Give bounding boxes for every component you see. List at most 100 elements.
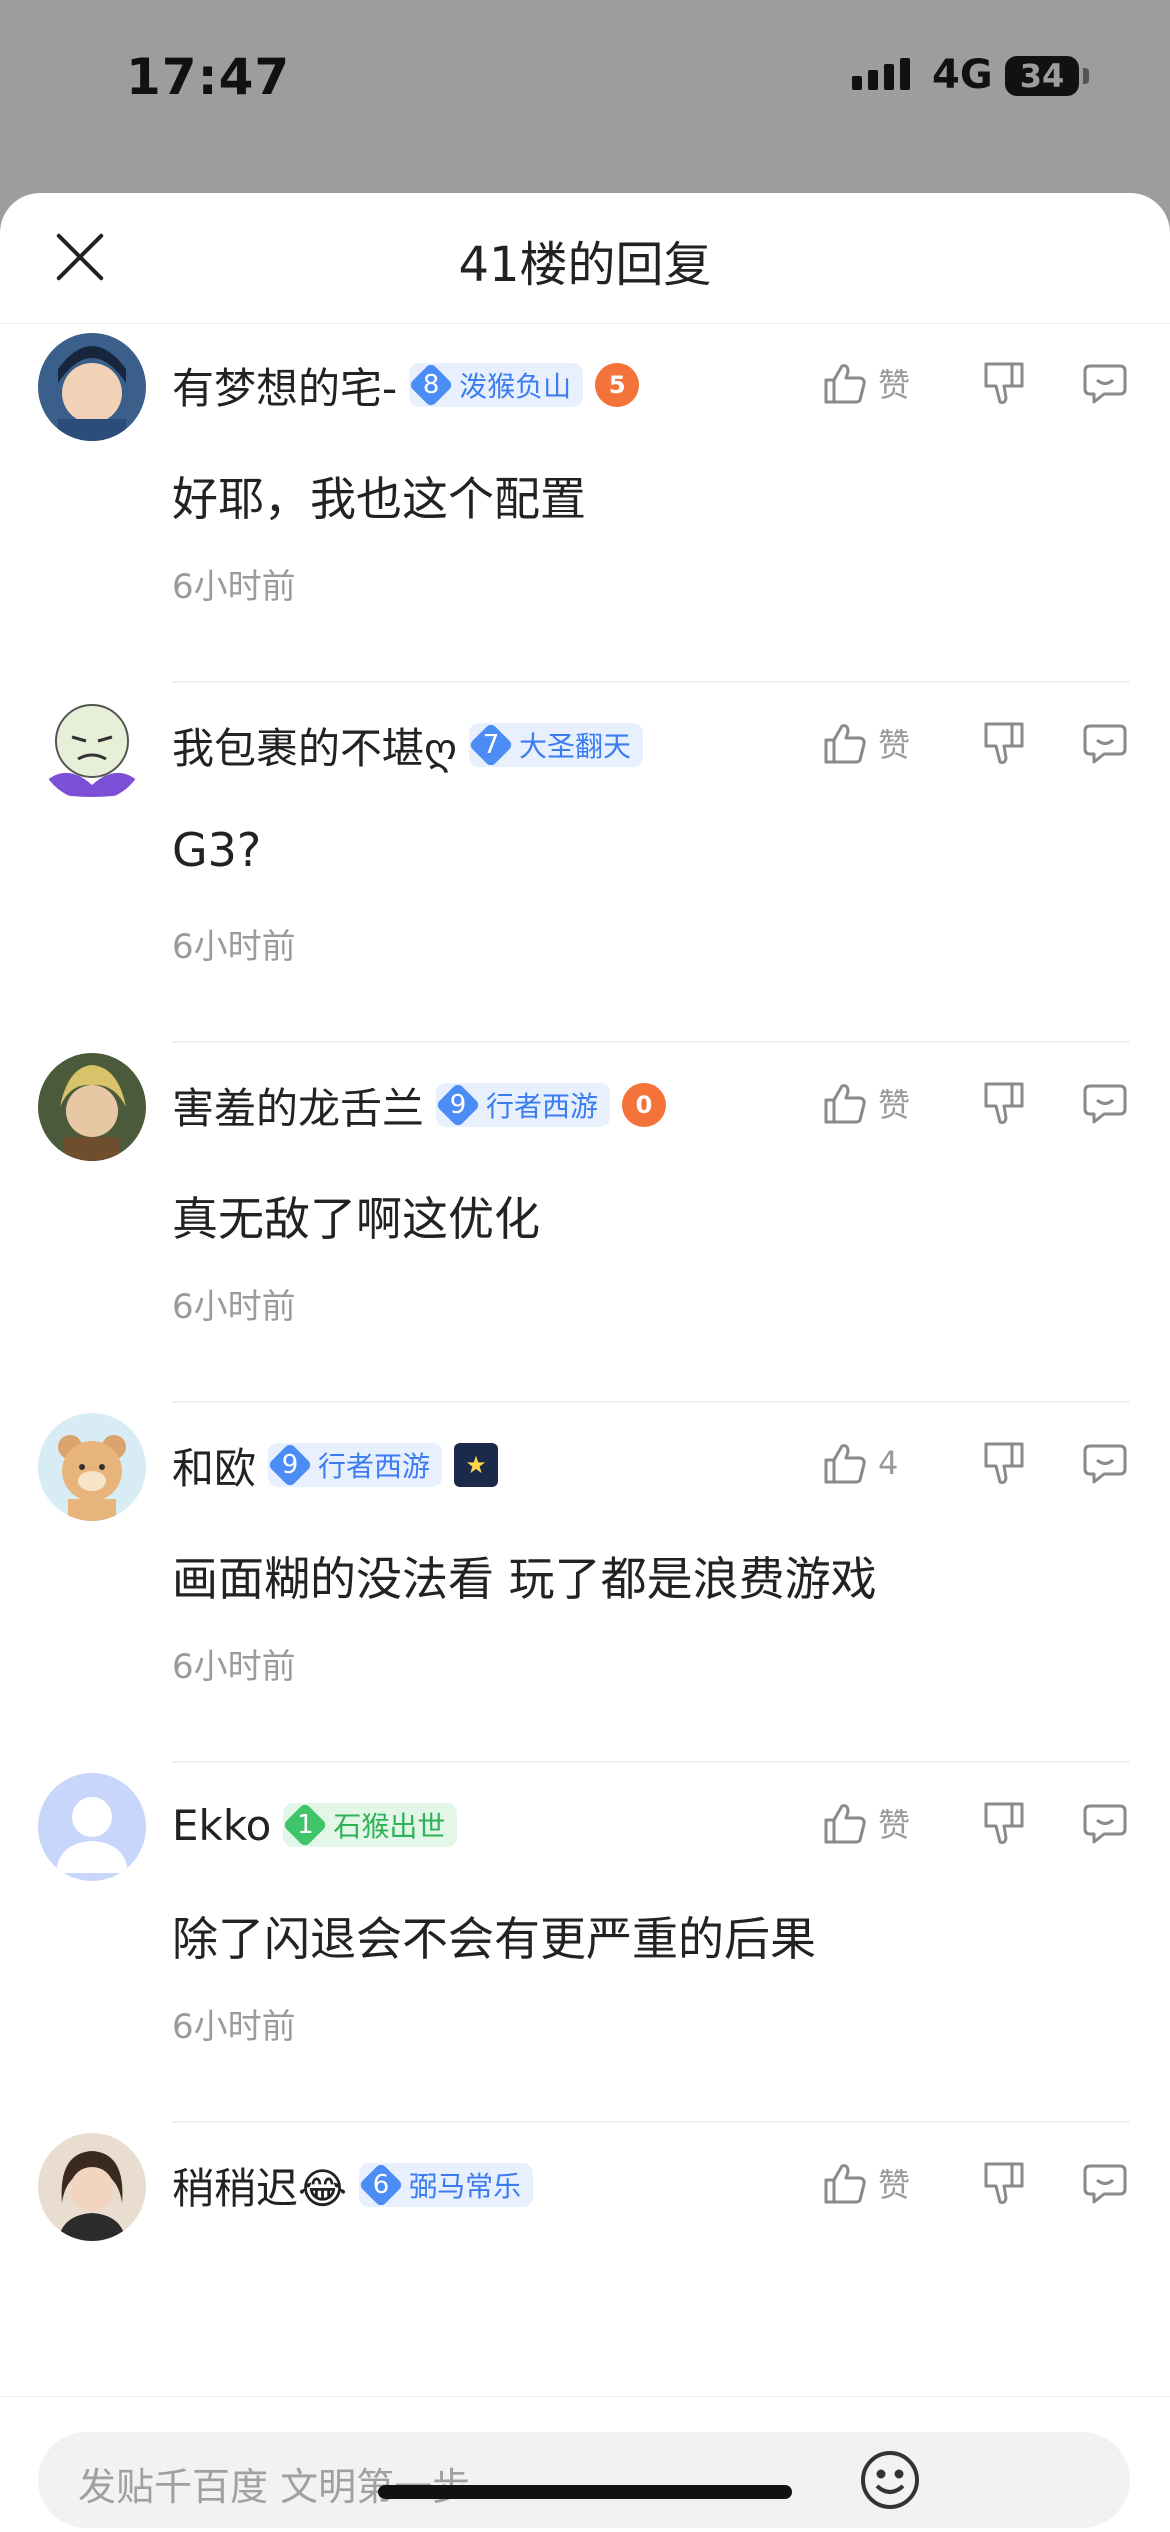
thumbs-up-icon bbox=[824, 364, 866, 404]
achievement-emblem-icon: 5 bbox=[595, 363, 640, 407]
comment-input[interactable]: 发贴千百度 文明第一步 bbox=[38, 2432, 1130, 2528]
reply-bubble-icon bbox=[1083, 1084, 1127, 1124]
comment-text: 好耶，我也这个配置 bbox=[172, 472, 586, 526]
like-button[interactable]: 赞 bbox=[822, 2160, 942, 2206]
emoji-icon[interactable] bbox=[858, 2448, 922, 2516]
username[interactable]: Ekko bbox=[172, 1801, 271, 1850]
avatar[interactable] bbox=[38, 693, 146, 801]
thumbs-up-icon bbox=[824, 2164, 866, 2204]
comment-item: 我包裹的不堪ღ 7 大圣翻天 赞 G3? 6小时前 bbox=[0, 683, 1170, 1043]
comment-item: 害羞的龙舌兰 9 行者西游 0 赞 真无敌了啊这优化 6小时前 bbox=[0, 1043, 1170, 1403]
comment-actions: 赞 bbox=[822, 2153, 1128, 2213]
level-number: 9 bbox=[436, 1083, 480, 1127]
reply-button[interactable] bbox=[1082, 1440, 1128, 1486]
reply-bubble-icon bbox=[1083, 724, 1127, 764]
dislike-button[interactable] bbox=[982, 1440, 1028, 1486]
reply-button[interactable] bbox=[1082, 360, 1128, 406]
reply-bubble-icon bbox=[1083, 1804, 1127, 1844]
dislike-button[interactable] bbox=[982, 2160, 1028, 2206]
thumbs-up-icon bbox=[824, 724, 866, 764]
reply-sheet: 41楼的回复 有梦想的宅- 8 泼猴负山 5 赞 好耶，我也这个配置 6小时前 … bbox=[0, 193, 1170, 2532]
comment-text: 除了闪退会不会有更严重的后果 bbox=[172, 1912, 816, 1966]
badge-title: 弼马常乐 bbox=[409, 2170, 522, 2203]
comment-item: 有梦想的宅- 8 泼猴负山 5 赞 好耶，我也这个配置 6小时前 bbox=[0, 323, 1170, 683]
badge-title: 大圣翻天 bbox=[519, 730, 632, 763]
username[interactable]: 稍稍迟😂 bbox=[172, 2155, 347, 2216]
comment-text: G3? bbox=[172, 823, 262, 877]
like-count: 4 bbox=[878, 1444, 899, 1482]
level-number: 1 bbox=[283, 1803, 327, 1847]
badge-title: 行者西游 bbox=[486, 1090, 599, 1123]
comment-item: Ekko 1 石猴出世 赞 除了闪退会不会有更严重的后果 6小时前 bbox=[0, 1763, 1170, 2123]
sheet-header: 41楼的回复 bbox=[0, 193, 1170, 324]
reply-button[interactable] bbox=[1082, 1080, 1128, 1126]
like-button[interactable]: 赞 bbox=[822, 1080, 942, 1126]
sheet-title: 41楼的回复 bbox=[458, 237, 712, 293]
comment-time: 6小时前 bbox=[172, 567, 296, 607]
user-row: 和欧 9 行者西游 ★ bbox=[172, 1435, 499, 1496]
avatar[interactable] bbox=[38, 1413, 146, 1521]
network-type: 4G bbox=[932, 52, 993, 98]
like-count: 赞 bbox=[878, 726, 911, 764]
user-row: Ekko 1 石猴出世 bbox=[172, 1795, 458, 1855]
comment-text: 画面糊的没法看 玩了都是浪费游戏 bbox=[172, 1552, 877, 1606]
level-badge[interactable]: 7 大圣翻天 bbox=[469, 723, 644, 767]
reply-button[interactable] bbox=[1082, 720, 1128, 766]
thumbs-up-icon bbox=[824, 1444, 866, 1484]
status-bar: 17:47 4G 34 bbox=[0, 0, 1170, 150]
status-time: 17:47 bbox=[126, 48, 291, 106]
username[interactable]: 有梦想的宅- bbox=[172, 355, 397, 416]
badge-title: 石猴出世 bbox=[333, 1810, 446, 1843]
user-row: 有梦想的宅- 8 泼猴负山 5 bbox=[172, 355, 640, 416]
thumbs-down-icon bbox=[984, 1082, 1024, 1124]
comment-time: 6小时前 bbox=[172, 1647, 296, 1687]
username[interactable]: 我包裹的不堪ღ bbox=[172, 715, 457, 776]
comment-actions: 赞 bbox=[822, 1793, 1128, 1853]
user-row: 害羞的龙舌兰 9 行者西游 0 bbox=[172, 1075, 667, 1136]
input-placeholder: 发贴千百度 文明第一步 bbox=[78, 2465, 471, 2509]
reply-button[interactable] bbox=[1082, 2160, 1128, 2206]
level-badge[interactable]: 1 石猴出世 bbox=[283, 1803, 458, 1847]
badge-title: 行者西游 bbox=[318, 1450, 431, 1483]
avatar[interactable] bbox=[38, 1053, 146, 1161]
cellular-signal-icon bbox=[852, 58, 910, 90]
level-badge[interactable]: 6 弼马常乐 bbox=[359, 2163, 534, 2207]
like-button[interactable]: 赞 bbox=[822, 720, 942, 766]
thumbs-up-icon bbox=[824, 1804, 866, 1844]
like-button[interactable]: 赞 bbox=[822, 1800, 942, 1846]
achievement-emblem-icon: 0 bbox=[622, 1083, 667, 1127]
avatar[interactable] bbox=[38, 1773, 146, 1881]
dislike-button[interactable] bbox=[982, 1080, 1028, 1126]
comment-time: 6小时前 bbox=[172, 2007, 296, 2047]
dislike-button[interactable] bbox=[982, 360, 1028, 406]
like-button[interactable]: 赞 bbox=[822, 360, 942, 406]
thumbs-down-icon bbox=[984, 362, 1024, 404]
comment-time: 6小时前 bbox=[172, 1287, 296, 1327]
level-badge[interactable]: 9 行者西游 bbox=[268, 1443, 443, 1487]
user-row: 稍稍迟😂 6 弼马常乐 bbox=[172, 2155, 534, 2216]
avatar[interactable] bbox=[38, 2133, 146, 2241]
thumbs-down-icon bbox=[984, 1802, 1024, 1844]
badge-title: 泼猴负山 bbox=[459, 370, 572, 403]
avatar[interactable] bbox=[38, 333, 146, 441]
username[interactable]: 害羞的龙舌兰 bbox=[172, 1075, 424, 1136]
dislike-button[interactable] bbox=[982, 1800, 1028, 1846]
comment-actions: 赞 bbox=[822, 353, 1128, 413]
username[interactable]: 和欧 bbox=[172, 1435, 256, 1496]
comment-time: 6小时前 bbox=[172, 927, 296, 967]
user-row: 我包裹的不堪ღ 7 大圣翻天 bbox=[172, 715, 644, 776]
like-button[interactable]: 4 bbox=[822, 1440, 942, 1486]
level-number: 8 bbox=[409, 363, 453, 407]
comment-item: 和欧 9 行者西游 ★ 4 画面糊的没法看 玩了都是浪费游戏 6小时前 bbox=[0, 1403, 1170, 1763]
reply-bubble-icon bbox=[1083, 2164, 1127, 2204]
level-badge[interactable]: 9 行者西游 bbox=[436, 1083, 611, 1127]
reply-button[interactable] bbox=[1082, 1800, 1128, 1846]
thumbs-down-icon bbox=[984, 1442, 1024, 1484]
comment-list: 有梦想的宅- 8 泼猴负山 5 赞 好耶，我也这个配置 6小时前 我包裹的不堪ღ… bbox=[0, 323, 1170, 2483]
thumbs-down-icon bbox=[984, 2162, 1024, 2204]
thumbs-up-icon bbox=[824, 1084, 866, 1124]
thumbs-down-icon bbox=[984, 722, 1024, 764]
achievement-emblem-icon: ★ bbox=[454, 1443, 499, 1487]
level-badge[interactable]: 8 泼猴负山 bbox=[409, 363, 584, 407]
dislike-button[interactable] bbox=[982, 720, 1028, 766]
